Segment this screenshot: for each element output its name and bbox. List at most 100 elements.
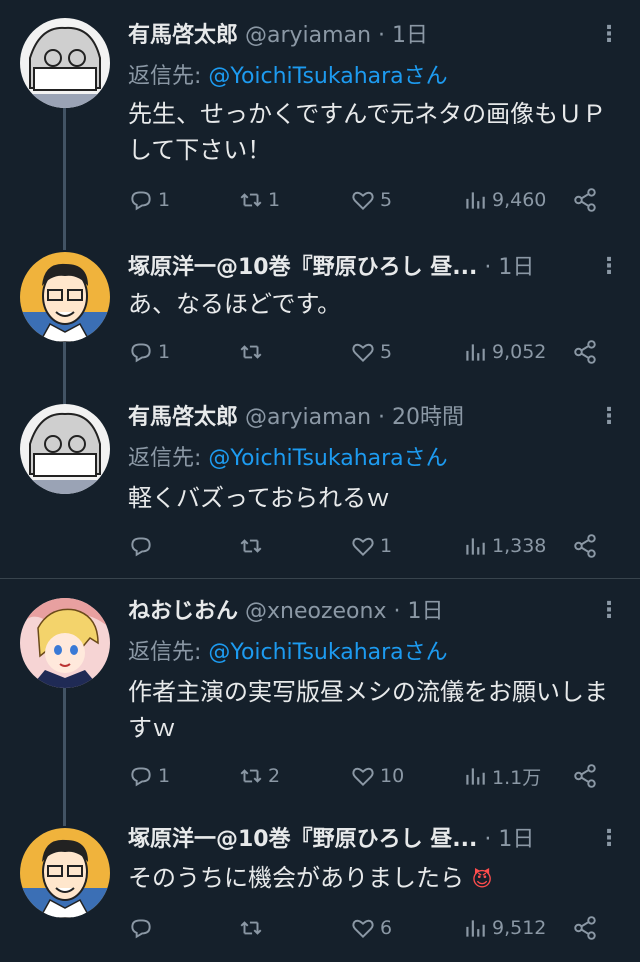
user-handle[interactable]: @aryiaman (245, 405, 371, 430)
divider (0, 578, 640, 579)
reply-button[interactable] (128, 908, 158, 948)
timestamp[interactable]: 20時間 (392, 405, 464, 430)
heart-icon (352, 767, 374, 787)
display-name[interactable]: 塚原洋一@10巻『野原ひろし 昼... (128, 255, 477, 280)
views-button[interactable]: 9,512 (462, 908, 546, 948)
more-options-icon[interactable]: ⋮ (596, 402, 622, 432)
retweet-icon (240, 193, 262, 207)
analytics-icon (466, 920, 485, 937)
share-button[interactable] (572, 756, 602, 796)
action-bar: 1 2 10 1.1万 (128, 756, 620, 796)
heart-icon (352, 537, 374, 557)
mention-link[interactable]: @YoichiTsukahara (208, 64, 403, 89)
tweet-2[interactable]: 塚原洋一@10巻『野原ひろし 昼... · 1日 ⋮ あ、なるほどです。 1 5… (0, 240, 640, 380)
reply-label: 返信先: (128, 64, 202, 89)
retweet-count: 2 (268, 765, 281, 787)
action-bar: 1 5 9,052 (128, 332, 620, 372)
like-count: 5 (380, 341, 393, 363)
views-button[interactable]: 9,460 (462, 180, 546, 220)
avatar[interactable] (20, 252, 110, 342)
separator-dot: · (378, 23, 386, 48)
mention-link[interactable]: @YoichiTsukahara (208, 446, 403, 471)
share-button[interactable] (572, 526, 602, 566)
tweet-3[interactable]: 有馬啓太郎 @aryiaman · 20時間 ⋮ 返信先: @YoichiTsu… (0, 392, 640, 576)
mention-link[interactable]: @YoichiTsukahara (208, 640, 403, 665)
tweet-text: 先生、せっかくですんで元ネタの画像もＵＰして下さい！ (128, 100, 607, 164)
display-name[interactable]: 有馬啓太郎 (128, 405, 238, 430)
like-button[interactable]: 5 (350, 180, 392, 220)
share-icon (574, 764, 596, 788)
timestamp[interactable]: 1日 (498, 255, 534, 280)
avatar[interactable] (20, 404, 110, 494)
tweet-text: あ、なるほどです。 (128, 290, 342, 318)
retweet-icon (240, 769, 262, 783)
view-count: 1.1万 (492, 766, 542, 789)
reply-button[interactable]: 1 (128, 332, 170, 372)
more-options-icon[interactable]: ⋮ (596, 20, 622, 50)
retweet-icon (240, 539, 262, 553)
separator-dot: · (484, 255, 492, 280)
action-bar: 1 1 5 9,460 (128, 180, 620, 220)
display-name[interactable]: 塚原洋一@10巻『野原ひろし 昼... (128, 827, 477, 852)
view-count: 9,512 (492, 917, 547, 939)
display-name[interactable]: 有馬啓太郎 (128, 23, 238, 48)
retweet-button[interactable]: 2 (238, 756, 280, 796)
view-count: 9,460 (492, 189, 547, 211)
tweet-5[interactable]: 塚原洋一@10巻『野原ひろし 昼... · 1日 ⋮ そのうちに機会がありました… (0, 816, 640, 962)
timestamp[interactable]: 1日 (498, 827, 534, 852)
analytics-icon (466, 538, 485, 555)
avatar[interactable] (20, 828, 110, 918)
reply-button[interactable] (128, 526, 158, 566)
share-button[interactable] (572, 908, 602, 948)
views-button[interactable]: 1.1万 (462, 756, 541, 796)
action-bar: 1 1,338 (128, 526, 620, 566)
reply-button[interactable]: 1 (128, 756, 170, 796)
view-count: 1,338 (492, 535, 547, 557)
user-handle[interactable]: @xneozeonx (245, 599, 386, 624)
view-count: 9,052 (492, 341, 547, 363)
heart-icon (352, 919, 374, 939)
retweet-button[interactable] (238, 526, 268, 566)
tweet-text: 軽くバズっておられるｗ (128, 484, 391, 512)
retweet-button[interactable] (238, 332, 268, 372)
tweet-text-content: そのうちに機会がありましたら (128, 864, 464, 892)
share-button[interactable] (572, 332, 602, 372)
reply-context: 返信先: @YoichiTsukaharaさん (128, 634, 448, 666)
share-button[interactable] (572, 180, 602, 220)
more-options-icon[interactable]: ⋮ (596, 596, 622, 626)
like-button[interactable]: 10 (350, 756, 404, 796)
analytics-icon (466, 768, 485, 785)
mention-suffix: さん (403, 446, 448, 471)
tweet-1[interactable]: 有馬啓太郎 @aryiaman · 1日 ⋮ 返信先: @YoichiTsuka… (0, 0, 640, 240)
reply-label: 返信先: (128, 446, 202, 471)
more-options-icon[interactable]: ⋮ (596, 824, 622, 854)
like-button[interactable]: 6 (350, 908, 392, 948)
like-count: 5 (380, 189, 393, 211)
tweet-4[interactable]: ねおじおん @xneozeonx · 1日 ⋮ 返信先: @YoichiTsuk… (0, 590, 640, 810)
share-icon (574, 534, 596, 558)
timestamp[interactable]: 1日 (407, 599, 443, 624)
heart-icon (352, 191, 374, 211)
avatar[interactable] (20, 598, 110, 688)
avatar[interactable] (20, 18, 110, 108)
reply-icon (131, 537, 151, 557)
more-options-icon[interactable]: ⋮ (596, 252, 622, 282)
reply-icon (131, 343, 151, 363)
retweet-count: 1 (268, 189, 281, 211)
like-count: 6 (380, 917, 393, 939)
like-count: 1 (380, 535, 393, 557)
views-button[interactable]: 1,338 (462, 526, 546, 566)
separator-dot: · (393, 599, 401, 624)
retweet-button[interactable]: 1 (238, 180, 280, 220)
reply-count: 1 (158, 765, 171, 787)
user-handle[interactable]: @aryiaman (245, 23, 371, 48)
like-button[interactable]: 5 (350, 332, 392, 372)
reply-button[interactable]: 1 (128, 180, 170, 220)
retweet-icon (240, 345, 262, 359)
reply-icon (131, 191, 151, 211)
display-name[interactable]: ねおじおん (128, 599, 238, 624)
timestamp[interactable]: 1日 (392, 23, 428, 48)
views-button[interactable]: 9,052 (462, 332, 546, 372)
like-button[interactable]: 1 (350, 526, 392, 566)
retweet-button[interactable] (238, 908, 268, 948)
